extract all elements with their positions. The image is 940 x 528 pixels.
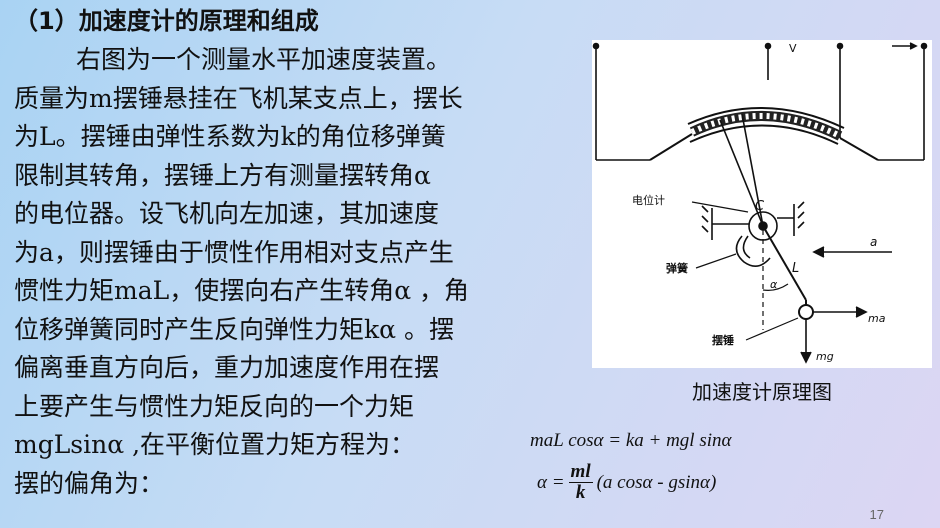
- body-line: 右图为一个测量水平加速度装置。: [76, 45, 452, 74]
- potentiometer-coil: [649, 106, 879, 161]
- acceleration-arrow: [812, 246, 892, 258]
- body-line: 摆的偏角为：: [14, 468, 165, 498]
- inertial-force-label: ma: [868, 312, 886, 325]
- gravity-arrow: [800, 319, 812, 364]
- body-line: 限制其转角，摆锤上方有测量摆转角α: [14, 160, 431, 190]
- voltage-label: V: [789, 42, 797, 55]
- deflection-equation: α = ml k (a cosα - gsinα): [537, 462, 716, 503]
- fraction-denominator: k: [575, 482, 586, 503]
- equation-fraction: ml k: [568, 461, 593, 503]
- slide-heading: （1）加速度计的原理和组成: [14, 7, 319, 35]
- page-number: 17: [869, 507, 884, 522]
- body-line: 的电位器。设飞机向左加速，其加速度: [14, 199, 440, 228]
- moment-equation: maL cosα = ka + mgl sinα: [530, 430, 732, 451]
- body-line: 质量为m摆锤悬挂在飞机某支点上，摆长: [14, 83, 463, 113]
- accelerometer-diagram: V 电位计 C 弹簧 L α 摆锤 a ma mg: [592, 40, 932, 368]
- pivot-label: C: [755, 199, 765, 214]
- equation-lhs: α =: [537, 471, 565, 493]
- pendulum-bob: [798, 304, 814, 320]
- body-line: mgLsinα ,在平衡位置力矩方程为：: [14, 430, 416, 459]
- body-paragraph: 右图为一个测量水平加速度装置。 质量为m摆锤悬挂在飞机某支点上，摆长 为L。摆锤…: [14, 41, 584, 503]
- body-line: 位移弹簧同时产生反向弹性力矩kα 。摆: [14, 314, 454, 344]
- top-terminals: [592, 42, 928, 161]
- body-line: 上要产生与惯性力矩反向的一个力矩: [14, 391, 415, 421]
- acceleration-label: a: [870, 235, 877, 249]
- body-line: 为a，则摆锤由于惯性作用相对支点产生: [14, 237, 454, 267]
- potentiometer-label: 电位计: [632, 193, 665, 207]
- body-line: 为L。摆锤由弹性系数为k的角位移弹簧: [14, 122, 446, 151]
- body-line: 惯性力矩maL，使摆向右产生转角α ，角: [14, 276, 470, 305]
- body-line: 偏离垂直方向后，重力加速度作用在摆: [14, 353, 440, 382]
- inertial-force-arrow: [813, 306, 868, 318]
- gravity-label: mg: [816, 350, 834, 363]
- spring-label: 弹簧: [666, 261, 688, 275]
- fraction-numerator: ml: [568, 461, 593, 483]
- length-label: L: [792, 261, 799, 276]
- pivot-support: [701, 113, 805, 241]
- pendulum-label: 摆锤: [712, 333, 734, 347]
- figure-caption: 加速度计原理图: [692, 380, 832, 404]
- equation-rhs: (a cosα - gsinα): [596, 471, 717, 493]
